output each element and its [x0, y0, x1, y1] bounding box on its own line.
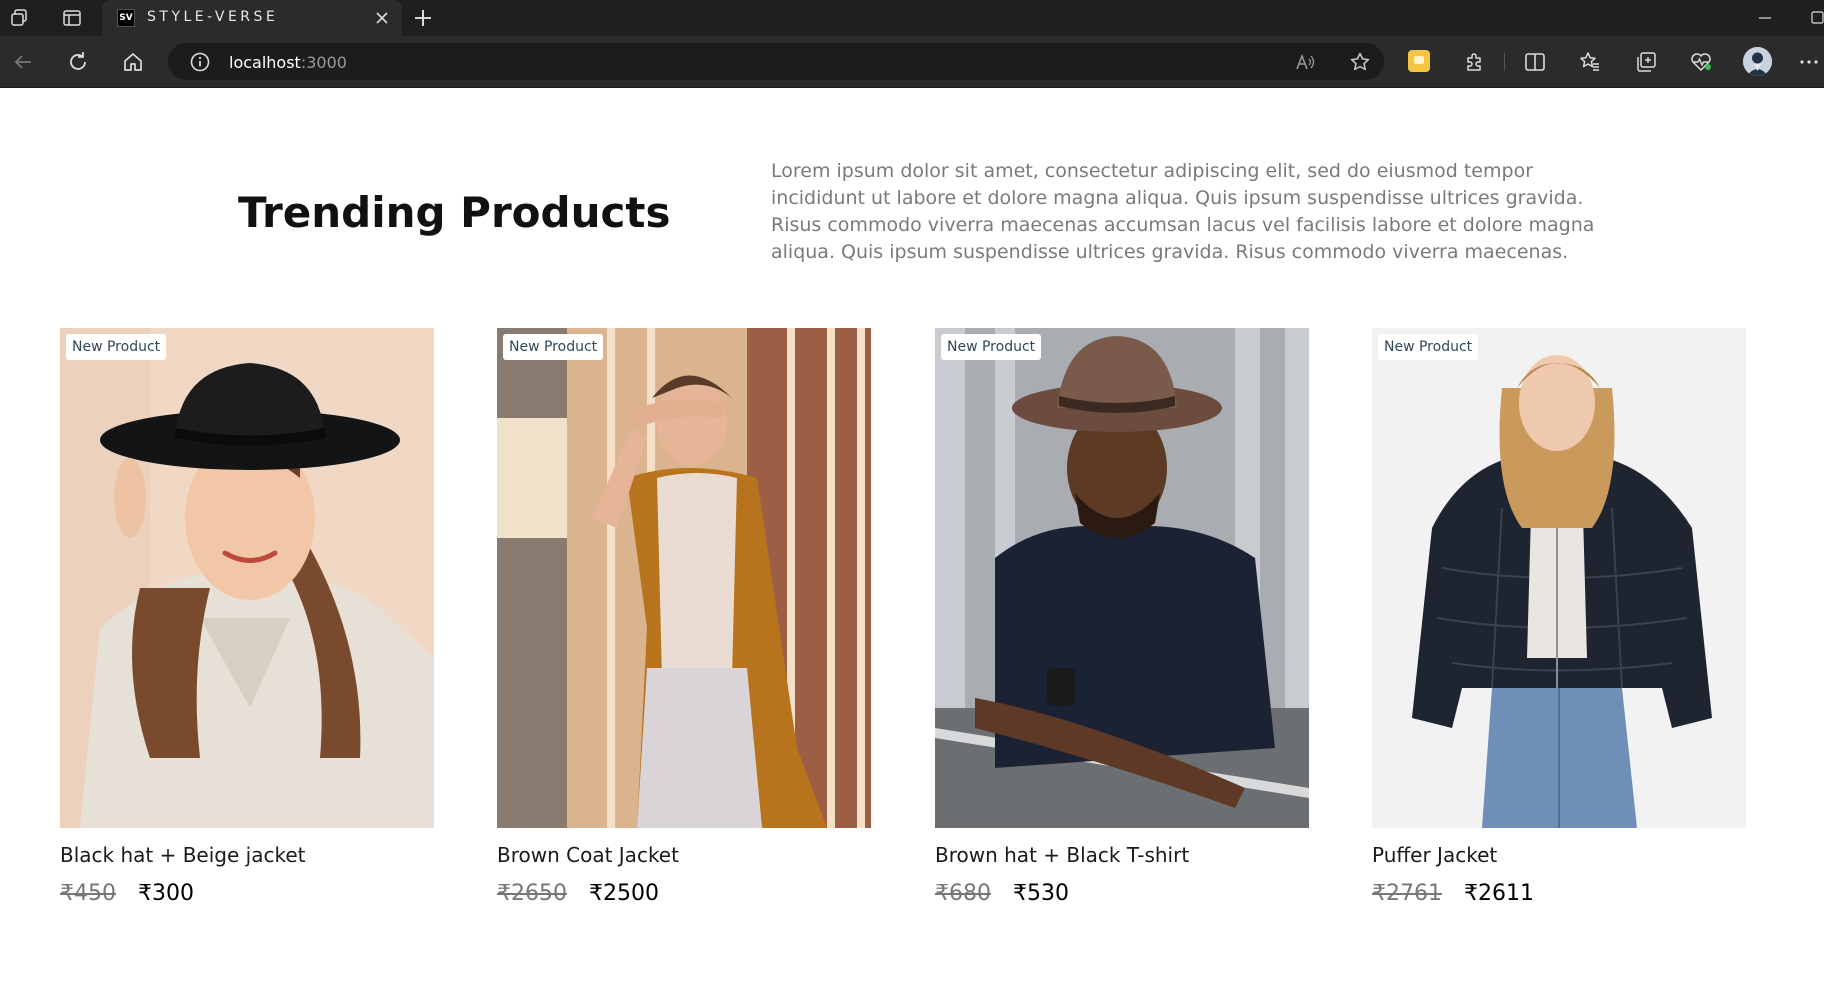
url-text[interactable]: localhost:3000: [229, 53, 347, 72]
old-price: ₹2650: [497, 881, 567, 906]
current-price: ₹2500: [589, 881, 659, 906]
section-description: Lorem ipsum dolor sit amet, consectetur …: [771, 160, 1595, 263]
page-content: Trending Products Lorem ipsum dolor sit …: [0, 88, 1824, 999]
read-aloud-icon[interactable]: [1294, 51, 1316, 73]
close-icon[interactable]: [372, 8, 392, 28]
old-price: ₹450: [60, 881, 116, 906]
profile-avatar[interactable]: [1743, 47, 1772, 76]
info-icon[interactable]: [189, 51, 211, 73]
address-bar[interactable]: localhost:3000: [168, 43, 1384, 80]
product-card[interactable]: New Product Puffer Jacket ₹2761 ₹2611: [1372, 328, 1746, 906]
product-card[interactable]: New Product Brown Coat Jacket ₹2650 ₹2500: [497, 328, 871, 906]
product-image[interactable]: New Product: [1372, 328, 1746, 828]
health-icon[interactable]: [1688, 49, 1714, 75]
new-tab-icon[interactable]: [412, 7, 434, 29]
url-host: localhost: [229, 53, 301, 72]
product-card[interactable]: New Product Black hat + Beige jacket ₹45…: [60, 328, 434, 906]
refresh-icon[interactable]: [65, 49, 91, 75]
toolbar-divider: [1504, 53, 1505, 71]
product-name[interactable]: Black hat + Beige jacket: [60, 843, 434, 867]
more-icon[interactable]: [1796, 49, 1822, 75]
product-prices: ₹2761 ₹2611: [1372, 881, 1746, 906]
collections-icon[interactable]: [1633, 49, 1659, 75]
active-tab[interactable]: SV STYLE-VERSE: [102, 0, 402, 36]
favorite-star-icon[interactable]: [1349, 51, 1371, 73]
old-price: ₹2761: [1372, 881, 1442, 906]
current-price: ₹2611: [1464, 881, 1534, 906]
tab-favicon: SV: [117, 9, 135, 27]
new-product-badge: New Product: [1378, 334, 1479, 360]
workspaces-icon[interactable]: [9, 7, 31, 29]
new-product-badge: New Product: [66, 334, 167, 360]
product-image[interactable]: New Product: [497, 328, 871, 828]
product-prices: ₹680 ₹530: [935, 881, 1309, 906]
home-icon[interactable]: [120, 49, 146, 75]
new-product-badge: New Product: [503, 334, 604, 360]
product-prices: ₹450 ₹300: [60, 881, 434, 906]
browser-toolbar: localhost:3000: [0, 36, 1824, 88]
minimize-icon[interactable]: [1753, 6, 1777, 30]
tab-actions-icon[interactable]: [61, 7, 83, 29]
browser-tab-bar: SV STYLE-VERSE: [0, 0, 1824, 36]
new-product-badge: New Product: [941, 334, 1042, 360]
product-name[interactable]: Brown Coat Jacket: [497, 843, 871, 867]
section-title: Trending Products: [238, 188, 671, 237]
current-price: ₹300: [138, 881, 194, 906]
product-prices: ₹2650 ₹2500: [497, 881, 871, 906]
current-price: ₹530: [1013, 881, 1069, 906]
url-port: :3000: [300, 53, 347, 72]
old-price: ₹680: [935, 881, 991, 906]
product-image[interactable]: New Product: [60, 328, 434, 828]
split-screen-icon[interactable]: [1522, 49, 1548, 75]
extensions-icon[interactable]: [1461, 49, 1487, 75]
favorites-icon[interactable]: [1577, 49, 1603, 75]
tab-title: STYLE-VERSE: [147, 9, 279, 25]
maximize-icon[interactable]: [1808, 6, 1824, 30]
product-name[interactable]: Puffer Jacket: [1372, 843, 1746, 867]
product-card[interactable]: New Product Brown hat + Black T-shirt ₹6…: [935, 328, 1309, 906]
notes-extension-icon[interactable]: [1408, 50, 1430, 72]
product-image[interactable]: New Product: [935, 328, 1309, 828]
back-icon[interactable]: [10, 49, 36, 75]
product-name[interactable]: Brown hat + Black T-shirt: [935, 843, 1309, 867]
